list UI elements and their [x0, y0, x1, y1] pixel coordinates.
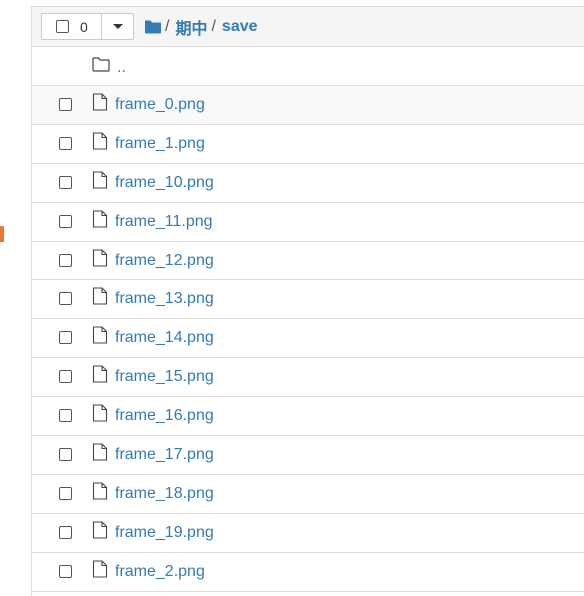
file-name-link[interactable]: frame_11.png: [115, 203, 213, 241]
file-select-checkbox[interactable]: [59, 370, 72, 384]
file-name-link[interactable]: frame_15.png: [115, 358, 214, 396]
select-all-button[interactable]: 0: [41, 13, 102, 40]
file-select-checkbox[interactable]: [59, 409, 72, 423]
file-select-checkbox[interactable]: [59, 448, 72, 462]
breadcrumb: / 期中 / save: [145, 7, 258, 47]
select-all-checkbox[interactable]: [56, 20, 69, 33]
file-list-header: 0 / 期中 / save: [32, 7, 584, 47]
file-icon: [92, 521, 108, 539]
file-select-checkbox[interactable]: [59, 98, 72, 111]
file-row[interactable]: frame_2.png: [32, 553, 584, 592]
file-icon: [92, 210, 108, 228]
file-name-link[interactable]: frame_19.png: [115, 514, 214, 552]
file-icon: [92, 482, 108, 500]
file-icon: [92, 365, 108, 383]
file-select-checkbox[interactable]: [59, 136, 72, 150]
file-select-checkbox[interactable]: [59, 175, 72, 189]
file-icon: [92, 326, 108, 344]
file-row[interactable]: frame_18.png: [32, 475, 584, 514]
file-row[interactable]: frame_16.png: [32, 397, 584, 437]
parent-directory-link[interactable]: ..: [117, 48, 126, 88]
file-row[interactable]: frame_10.png: [32, 164, 584, 203]
file-select-checkbox[interactable]: [59, 331, 72, 345]
file-name-link[interactable]: frame_10.png: [115, 164, 214, 202]
file-row[interactable]: frame_13.png: [32, 280, 584, 320]
file-rows: frame_0.png frame_1.png frame_10.png frame_…: [32, 86, 584, 592]
parent-directory-row[interactable]: ..: [32, 47, 584, 86]
breadcrumb-separator: /: [165, 18, 170, 35]
file-select-checkbox[interactable]: [59, 292, 72, 306]
breadcrumb-item-save[interactable]: save: [222, 18, 258, 36]
file-name-link[interactable]: frame_2.png: [115, 553, 205, 591]
file-row[interactable]: frame_0.png: [32, 86, 584, 125]
file-name-link[interactable]: frame_16.png: [115, 397, 214, 435]
file-icon: [92, 132, 108, 150]
edge-marker: ▌: [0, 226, 4, 242]
file-select-checkbox[interactable]: [59, 564, 72, 578]
file-icon: [92, 287, 108, 306]
file-row[interactable]: frame_14.png: [32, 319, 584, 359]
breadcrumb-separator: /: [211, 18, 216, 35]
select-dropdown-button[interactable]: [102, 13, 134, 40]
folder-home-icon[interactable]: [145, 20, 161, 34]
file-icon: [92, 443, 108, 461]
selected-count: 0: [80, 18, 88, 35]
file-row[interactable]: frame_17.png: [32, 436, 584, 475]
file-row[interactable]: frame_15.png: [32, 358, 584, 398]
file-name-link[interactable]: frame_13.png: [115, 280, 214, 318]
file-select-checkbox[interactable]: [59, 253, 72, 267]
file-name-link[interactable]: frame_17.png: [115, 436, 214, 474]
file-icon: [92, 404, 108, 422]
file-icon: [92, 93, 108, 111]
file-row[interactable]: frame_19.png: [32, 514, 584, 553]
file-select-checkbox[interactable]: [59, 214, 72, 228]
file-list-panel: 0 / 期中 / save .. frame_0.png frame_1.png f…: [31, 6, 584, 596]
breadcrumb-item-qizhong[interactable]: 期中: [175, 15, 207, 39]
file-row[interactable]: frame_1.png: [32, 125, 584, 164]
file-icon: [92, 171, 108, 189]
file-name-link[interactable]: frame_1.png: [115, 125, 205, 163]
file-name-link[interactable]: frame_12.png: [115, 242, 214, 280]
file-row[interactable]: frame_12.png: [32, 242, 584, 281]
file-icon: [92, 249, 108, 267]
caret-down-icon: [112, 24, 123, 29]
folder-icon: [92, 57, 110, 72]
file-name-link[interactable]: frame_0.png: [115, 86, 205, 124]
file-select-checkbox[interactable]: [59, 486, 72, 500]
file-select-checkbox[interactable]: [59, 525, 72, 539]
file-row[interactable]: frame_11.png: [32, 203, 584, 242]
file-name-link[interactable]: frame_14.png: [115, 319, 214, 357]
file-name-link[interactable]: frame_18.png: [115, 475, 214, 513]
file-icon: [92, 560, 108, 578]
select-button-group: 0: [41, 13, 134, 40]
